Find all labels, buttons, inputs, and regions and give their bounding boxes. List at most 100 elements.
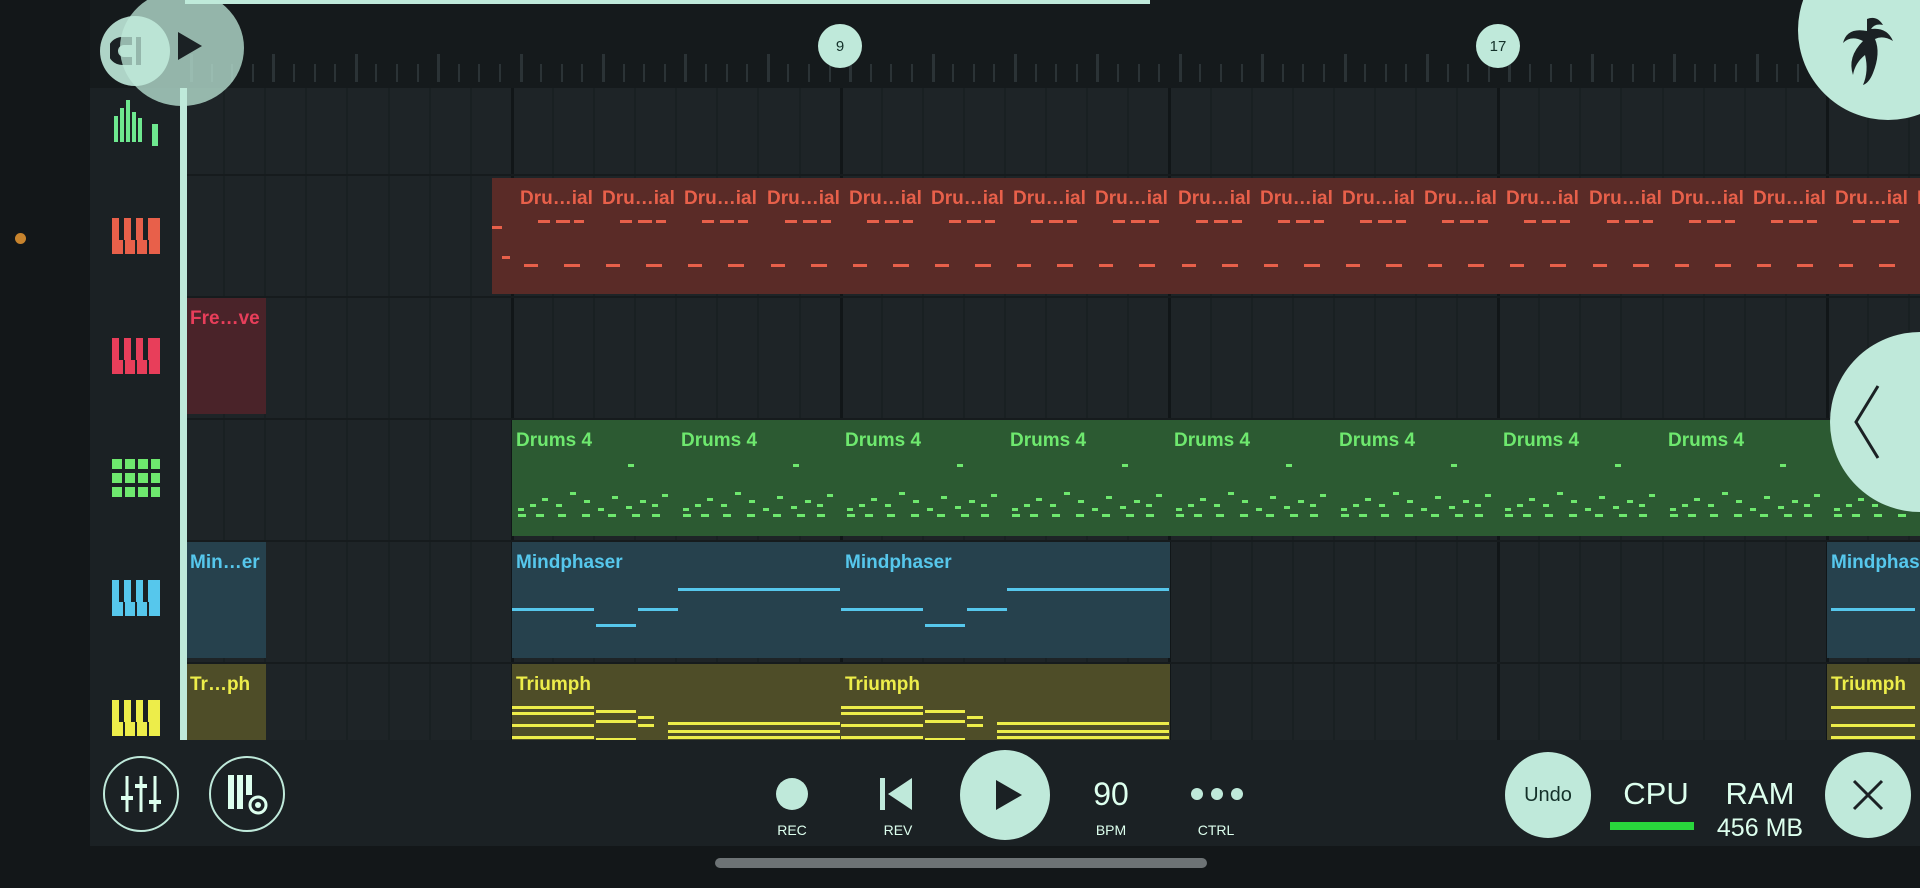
bpm-value[interactable]: 90 <box>1070 776 1152 813</box>
note <box>1310 514 1318 517</box>
playhead[interactable] <box>180 88 187 740</box>
note <box>1633 264 1649 267</box>
clip-drums-red[interactable]: Dru…ial <box>516 178 599 294</box>
clip-drums4[interactable]: Drums 4 <box>1170 420 1335 536</box>
clip-drums4[interactable]: Drums 4 <box>1335 420 1500 536</box>
ruler-marker-9[interactable]: 9 <box>818 24 862 68</box>
clip-drums-red[interactable]: Dru…ial <box>1338 178 1421 294</box>
note <box>1607 220 1619 223</box>
clip-mindphaser-cut[interactable]: Mindphas <box>1827 542 1920 658</box>
ruler-marker-17[interactable]: 17 <box>1476 24 1520 68</box>
clip-label: Drums 4 <box>516 430 593 451</box>
status-dot <box>15 233 26 244</box>
clip-drums-red[interactable]: Dru…ial <box>1420 178 1503 294</box>
clip-drums-red[interactable]: Dru…ial <box>1831 178 1914 294</box>
ruler-tick <box>1014 54 1017 82</box>
clip-drums-red[interactable]: Dru…ial <box>1009 178 1092 294</box>
clip-drums-red[interactable]: Dru…ial <box>1502 178 1585 294</box>
clip-drums-red[interactable]: Dru…ial <box>763 178 846 294</box>
note <box>1102 514 1110 517</box>
bpm-label: BPM <box>1095 822 1127 838</box>
home-indicator <box>715 858 1207 868</box>
note <box>596 624 636 627</box>
clip-drums4[interactable]: Drums 4 <box>677 420 842 536</box>
clip-label: Min…er <box>190 552 260 573</box>
close-button[interactable] <box>1825 752 1911 838</box>
note <box>1149 220 1159 223</box>
note <box>957 464 963 467</box>
ruler-tick <box>581 64 583 82</box>
note <box>1126 514 1134 517</box>
clip-drums4[interactable]: Drums 4 <box>1664 420 1829 536</box>
note <box>1639 504 1645 507</box>
clip-drums4[interactable]: Drums 4 <box>512 420 677 536</box>
note <box>606 264 620 267</box>
clip-drums-red[interactable]: Dru…ial <box>1585 178 1668 294</box>
play-button[interactable] <box>960 750 1050 840</box>
ruler-tick <box>1735 64 1737 82</box>
note <box>1064 492 1070 495</box>
track-3-header[interactable] <box>108 328 164 384</box>
clip-drums-red[interactable]: Dru…ial <box>1091 178 1174 294</box>
note <box>967 220 981 223</box>
note <box>558 514 566 517</box>
clip-label: Drums 4 <box>845 430 922 451</box>
note <box>1872 504 1878 507</box>
clip-drums-red[interactable]: Dru…ial <box>598 178 681 294</box>
undo-button[interactable]: Undo <box>1505 752 1591 838</box>
note <box>1569 514 1577 517</box>
note <box>847 514 855 517</box>
clip-drums-red[interactable]: Dru…ial <box>1256 178 1339 294</box>
clip-label: Dru…ial <box>1671 188 1744 209</box>
note <box>899 492 905 495</box>
note <box>1052 514 1060 517</box>
track-2-header[interactable] <box>108 208 164 264</box>
note <box>773 514 781 517</box>
ctrl-button[interactable] <box>1186 776 1248 812</box>
channel-settings-button[interactable] <box>209 756 285 832</box>
clip-tri-ph[interactable]: Tr…ph <box>186 664 266 740</box>
mixer-button[interactable] <box>103 756 179 832</box>
clip-drums-red[interactable]: Dru…ial <box>845 178 928 294</box>
note <box>1858 498 1864 501</box>
track-1-header[interactable] <box>108 94 164 150</box>
clip-drums-red[interactable]: Dru…ial <box>1749 178 1832 294</box>
clip-mindphaser[interactable]: Mindphaser <box>841 542 1170 658</box>
note <box>1131 220 1145 223</box>
ruler-tick <box>829 64 831 82</box>
track-4-header[interactable] <box>108 450 164 506</box>
ruler-tick <box>643 64 645 82</box>
clip-drums4[interactable]: Drums 4 <box>1499 420 1664 536</box>
clip-label: Triumph <box>516 674 591 695</box>
playlist-area[interactable]: Dru…ial Dru…ial Dru…ial Dru…ial Dru…ial Dru…i… <box>182 88 1920 740</box>
rewind-button[interactable] <box>874 774 918 814</box>
clip-drums-red[interactable]: Dru…ial <box>927 178 1010 294</box>
clip-drums-red[interactable]: Dru…ial <box>680 178 763 294</box>
record-button[interactable] <box>776 778 808 810</box>
note <box>1120 506 1126 509</box>
clip-mindphaser[interactable]: Mindphaser <box>512 542 841 658</box>
clip-triumph[interactable]: Triumph <box>841 664 1170 740</box>
clip-row2-lead-in[interactable] <box>492 178 516 294</box>
note <box>1232 220 1242 223</box>
ruler-tick <box>375 64 377 82</box>
clip-label: Mindphaser <box>845 552 952 573</box>
note <box>628 464 634 467</box>
clip-min-er[interactable]: Min…er <box>186 542 266 658</box>
track-5-header[interactable] <box>108 570 164 626</box>
note <box>1113 220 1125 223</box>
clip-triumph-cut[interactable]: Triumph <box>1827 664 1920 740</box>
note <box>1725 220 1735 223</box>
note <box>652 514 660 517</box>
clip-drums-red[interactable]: Dru…ial <box>1174 178 1257 294</box>
clip-label: Triumph <box>1831 674 1906 695</box>
clip-drums-red[interactable]: Dru…ial <box>1667 178 1750 294</box>
clip-drums-red[interactable]: D <box>1913 178 1920 294</box>
clip-triumph[interactable]: Triumph <box>512 664 841 740</box>
note <box>1688 514 1696 517</box>
clip-freeve[interactable]: Fre…ve <box>186 298 266 414</box>
track-6-header[interactable] <box>108 690 164 746</box>
clip-drums4[interactable]: Drums 4 <box>1006 420 1171 536</box>
note <box>1216 514 1224 517</box>
clip-drums4[interactable]: Drums 4 <box>841 420 1006 536</box>
